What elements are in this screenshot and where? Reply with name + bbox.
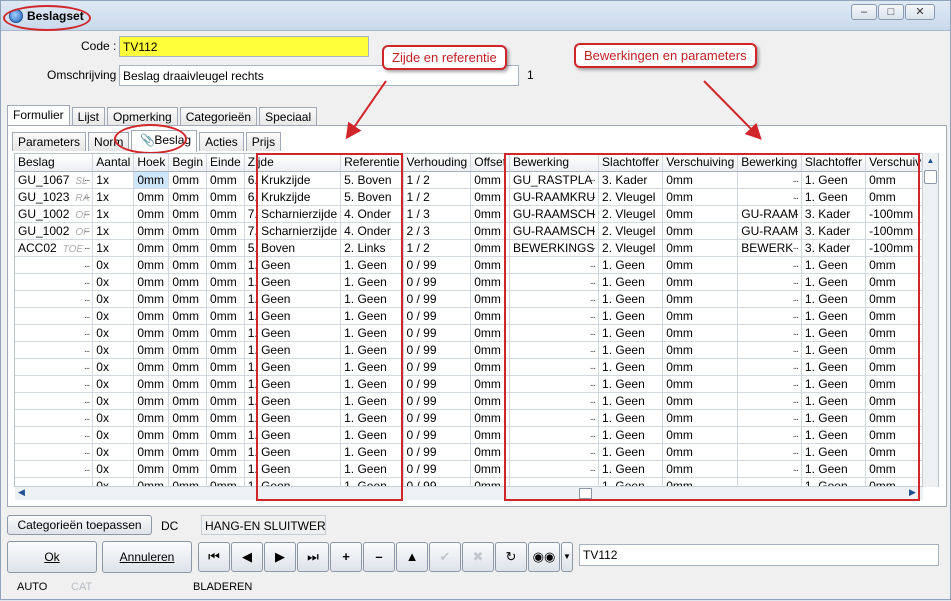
first-record-icon[interactable]: ⏮ bbox=[198, 542, 230, 572]
binoculars-icon[interactable]: ◉◉ bbox=[528, 542, 560, 572]
status-bladeren: BLADEREN bbox=[193, 581, 253, 593]
dc-label: DC bbox=[161, 519, 179, 533]
annuleren-button[interactable]: Annuleren bbox=[102, 541, 192, 573]
status-cat: CAT bbox=[71, 581, 93, 593]
add-record-icon[interactable]: + bbox=[330, 542, 362, 572]
hang-sluitwerk-field: HANG-EN SLUITWERK bbox=[201, 515, 326, 535]
next-record-icon[interactable]: ▶ bbox=[264, 542, 296, 572]
refresh-icon[interactable]: ↻ bbox=[495, 542, 527, 572]
search-dropdown-icon[interactable]: ▼ bbox=[561, 542, 573, 572]
cancel-icon: ✖ bbox=[462, 542, 494, 572]
ok-button[interactable]: Ok bbox=[7, 541, 97, 573]
up-icon[interactable]: ▲ bbox=[396, 542, 428, 572]
search-input[interactable]: TV112 bbox=[579, 544, 939, 566]
status-auto: AUTO bbox=[17, 581, 48, 593]
callout-arrows bbox=[345, 80, 762, 140]
categorieen-toepassen-button[interactable]: Categorieën toepassen bbox=[7, 515, 152, 535]
previous-record-icon[interactable]: ◀ bbox=[231, 542, 263, 572]
last-record-icon[interactable]: ⏭ bbox=[297, 542, 329, 572]
delete-record-icon[interactable]: – bbox=[363, 542, 395, 572]
ok-button-label: Ok bbox=[44, 550, 60, 564]
beslagset-window: Beslagset – □ ✕ Code : TV112 Omschrijvin… bbox=[0, 0, 951, 600]
annuleren-button-label: Annuleren bbox=[119, 550, 175, 564]
confirm-icon: ✔ bbox=[429, 542, 461, 572]
